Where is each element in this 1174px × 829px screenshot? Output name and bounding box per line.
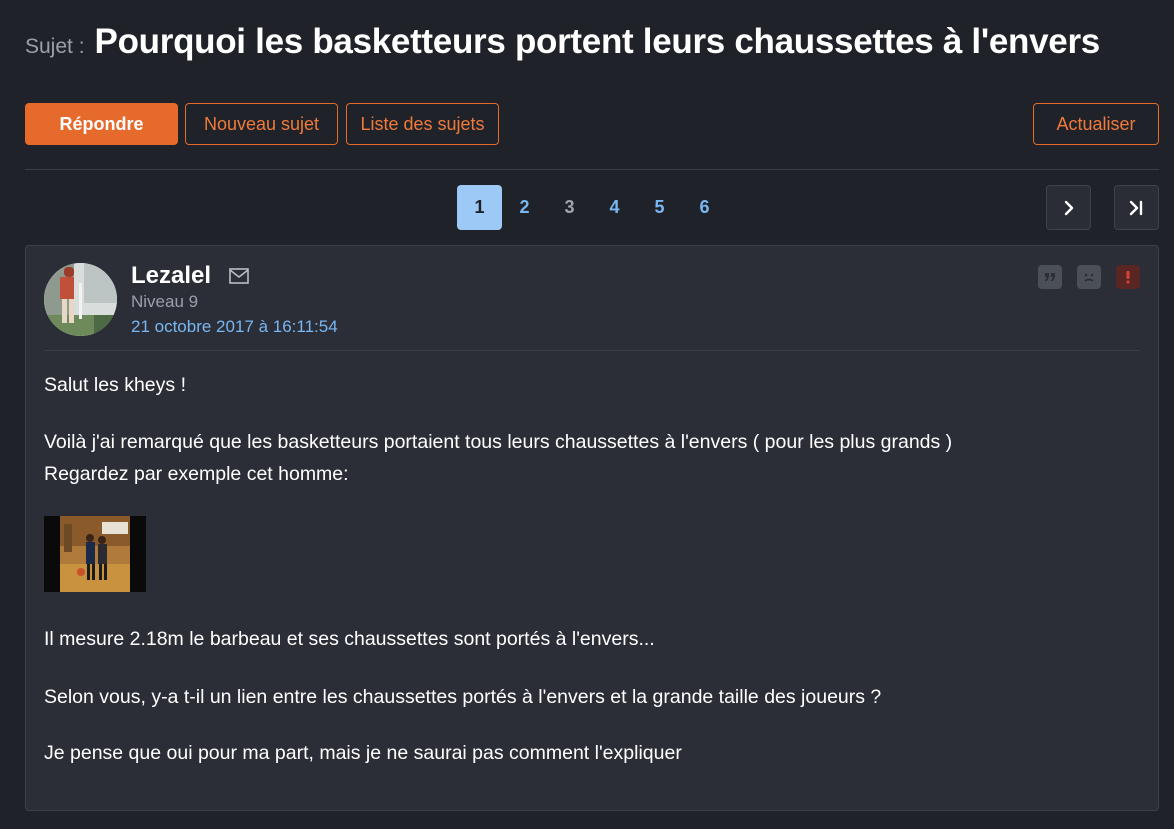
refresh-button[interactable]: Actualiser — [1033, 103, 1159, 145]
post-paragraph: Voilà j'ai remarqué que les basketteurs … — [44, 431, 953, 453]
page-2[interactable]: 2 — [502, 185, 547, 230]
page-4[interactable]: 4 — [592, 185, 637, 230]
page-1[interactable]: 1 — [457, 185, 502, 230]
topic-list-button[interactable]: Liste des sujets — [346, 103, 499, 145]
post-paragraph: Regardez par exemple cet homme: — [44, 463, 349, 485]
topic-header: Sujet : Pourquoi les basketteurs portent… — [25, 22, 1155, 66]
author-level: Niveau 9 — [131, 292, 199, 311]
post-date[interactable]: 21 octobre 2017 à 16:11:54 — [131, 317, 338, 337]
topic-title: Pourquoi les basketteurs portent leurs c… — [94, 22, 1101, 61]
last-page-button[interactable] — [1114, 185, 1159, 230]
reply-button[interactable]: Répondre — [25, 103, 178, 145]
last-page-icon — [1129, 200, 1142, 215]
post-paragraph: Il mesure 2.18m le barbeau et ses chauss… — [44, 628, 655, 650]
blacklist-icon[interactable] — [1077, 265, 1101, 289]
mail-icon[interactable] — [229, 268, 249, 284]
new-topic-button[interactable]: Nouveau sujet — [185, 103, 338, 145]
author-name[interactable]: Lezalel — [131, 262, 211, 290]
next-page-button[interactable] — [1046, 185, 1091, 230]
report-icon[interactable] — [1116, 265, 1140, 289]
post-divider — [44, 350, 1140, 351]
post-paragraph: Je pense que oui pour ma part, mais je n… — [44, 742, 682, 764]
header-divider — [25, 169, 1159, 170]
page-5[interactable]: 5 — [637, 185, 682, 230]
post-image-thumbnail[interactable] — [44, 516, 146, 592]
avatar[interactable] — [44, 263, 117, 336]
page-3[interactable]: 3 — [547, 185, 592, 230]
subject-prefix: Sujet : — [25, 35, 85, 58]
chevron-right-icon — [1064, 200, 1073, 215]
post: Lezalel Niveau 9 21 octobre 2017 à 16:11… — [25, 245, 1159, 811]
post-paragraph: Selon vous, y-a t-il un lien entre les c… — [44, 686, 882, 708]
post-paragraph: Salut les kheys ! — [44, 374, 186, 396]
pagination: 1 2 3 4 5 6 — [457, 185, 727, 230]
page-6[interactable]: 6 — [682, 185, 727, 230]
quote-icon[interactable] — [1038, 265, 1062, 289]
